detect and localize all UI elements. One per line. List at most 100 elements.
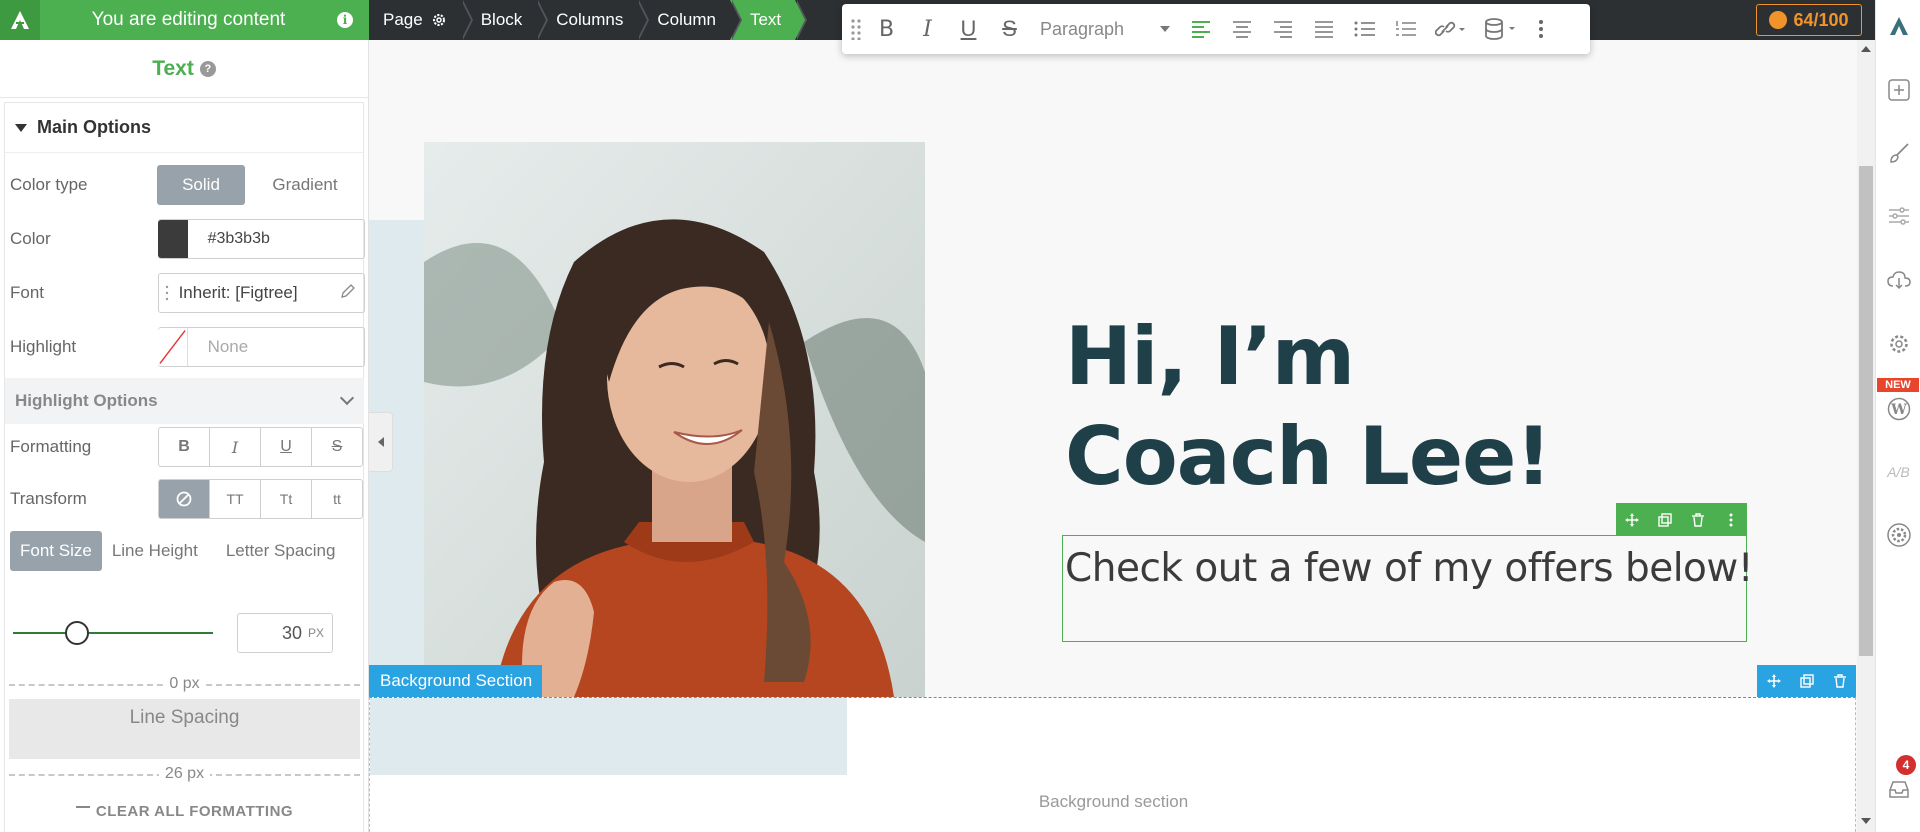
align-left-icon[interactable] bbox=[1180, 4, 1221, 54]
bold-icon[interactable]: B bbox=[866, 4, 907, 54]
highlight-options-toggle[interactable]: Highlight Options bbox=[5, 378, 364, 424]
underline-icon[interactable]: U bbox=[948, 4, 989, 54]
clear-format-icon bbox=[75, 806, 90, 818]
align-right-icon[interactable] bbox=[1262, 4, 1303, 54]
highlight-field[interactable]: None bbox=[157, 327, 365, 367]
font-size-value[interactable]: 30 bbox=[282, 623, 302, 644]
chevron-down-icon bbox=[1160, 26, 1170, 32]
spacing-bottom-label[interactable]: 26 px bbox=[5, 765, 364, 783]
cloud-download-icon[interactable] bbox=[1876, 260, 1920, 300]
canvas-scrollbar[interactable] bbox=[1857, 40, 1875, 832]
main-options-toggle[interactable]: Main Options bbox=[5, 103, 363, 153]
delete-icon[interactable] bbox=[1823, 665, 1856, 697]
slider-track[interactable] bbox=[13, 632, 213, 634]
font-size-slider[interactable] bbox=[13, 621, 213, 645]
formatting-row: Formatting B I U S bbox=[10, 427, 365, 467]
duplicate-icon[interactable] bbox=[1790, 665, 1823, 697]
element-toolbar bbox=[1616, 503, 1747, 536]
help-icon[interactable]: ? bbox=[199, 60, 216, 77]
bullet-list-icon[interactable] bbox=[1344, 4, 1385, 54]
scroll-down-icon[interactable] bbox=[1861, 818, 1871, 824]
highlight-value[interactable]: None bbox=[208, 337, 249, 357]
link-icon[interactable] bbox=[1426, 4, 1476, 54]
background-section-toolbar bbox=[1757, 665, 1856, 697]
no-color-icon[interactable] bbox=[157, 328, 188, 366]
strikethrough-icon[interactable]: S bbox=[989, 4, 1030, 54]
page-canvas: Hi, I’m Coach Lee! Check out a few of my… bbox=[369, 40, 1857, 832]
slider-handle[interactable] bbox=[65, 621, 89, 645]
panel-title: Text bbox=[152, 56, 194, 80]
tab-letter-spacing[interactable]: Letter Spacing bbox=[216, 531, 346, 571]
main-options-title: Main Options bbox=[37, 117, 151, 137]
score-badge[interactable]: 64/100 bbox=[1756, 4, 1862, 36]
pencil-icon[interactable] bbox=[340, 283, 356, 304]
numbered-list-icon[interactable] bbox=[1385, 4, 1426, 54]
database-icon[interactable] bbox=[1476, 4, 1526, 54]
coach-photo[interactable] bbox=[424, 142, 925, 697]
breadcrumb-columns[interactable]: Columns bbox=[536, 0, 650, 40]
scroll-up-icon[interactable] bbox=[1861, 46, 1871, 52]
add-icon[interactable] bbox=[1876, 70, 1920, 110]
italic-icon[interactable]: I bbox=[907, 4, 948, 54]
breadcrumb-page[interactable]: Page bbox=[369, 0, 473, 40]
color-type-gradient[interactable]: Gradient bbox=[245, 165, 365, 205]
font-field[interactable]: Inherit: [Figtree] bbox=[157, 273, 365, 313]
spacing-bottom-value[interactable]: 26 px bbox=[158, 765, 211, 782]
text-content[interactable]: Check out a few of my offers below! bbox=[1065, 546, 1753, 591]
font-label: Font bbox=[10, 283, 45, 302]
format-bold-button[interactable]: B bbox=[159, 428, 210, 466]
duplicate-icon[interactable] bbox=[1649, 503, 1682, 536]
inbox-icon[interactable] bbox=[1876, 769, 1920, 809]
breadcrumb-column[interactable]: Column bbox=[637, 0, 742, 40]
color-field[interactable]: #3b3b3b bbox=[157, 219, 365, 259]
more-icon[interactable] bbox=[1526, 4, 1556, 54]
ab-test-icon[interactable]: A/B bbox=[1876, 452, 1920, 492]
wordpress-icon[interactable]: W bbox=[1876, 389, 1920, 429]
clear-formatting-button[interactable]: CLEAR ALL FORMATTING bbox=[5, 803, 364, 820]
selected-text-element[interactable]: Check out a few of my offers below! bbox=[1062, 535, 1753, 642]
block-format-select[interactable]: Paragraph bbox=[1030, 4, 1180, 54]
transform-uppercase-button[interactable]: TT bbox=[210, 480, 261, 518]
formatting-group: B I U S bbox=[158, 427, 363, 467]
background-section[interactable]: Background section bbox=[369, 697, 1856, 832]
move-icon[interactable] bbox=[1616, 503, 1649, 536]
color-type-solid[interactable]: Solid bbox=[157, 165, 245, 205]
align-center-icon[interactable] bbox=[1221, 4, 1262, 54]
spacing-top-label[interactable]: 0 px bbox=[5, 675, 364, 693]
more-icon[interactable] bbox=[1714, 503, 1747, 536]
spacing-top-value[interactable]: 0 px bbox=[163, 675, 206, 692]
text-format-toolbar: B I U S Paragraph bbox=[842, 4, 1590, 54]
transform-capitalize-button[interactable]: Tt bbox=[261, 480, 312, 518]
none-icon bbox=[176, 491, 192, 507]
align-justify-icon[interactable] bbox=[1303, 4, 1344, 54]
info-icon[interactable]: i bbox=[337, 12, 353, 28]
color-type-toggle: Solid Gradient bbox=[157, 165, 365, 205]
caret-left-icon bbox=[377, 437, 384, 447]
font-size-input[interactable]: 30 PX bbox=[237, 613, 333, 653]
transform-lowercase-button[interactable]: tt bbox=[312, 480, 362, 518]
thrive-logo-icon[interactable] bbox=[1876, 6, 1920, 46]
formatting-label: Formatting bbox=[10, 437, 92, 456]
move-icon[interactable] bbox=[1757, 665, 1790, 697]
tab-font-size[interactable]: Font Size bbox=[10, 531, 102, 571]
tab-line-height[interactable]: Line Height bbox=[102, 531, 208, 571]
settings-icon[interactable] bbox=[1876, 324, 1920, 364]
delete-icon[interactable] bbox=[1682, 503, 1715, 536]
collapse-panel-button[interactable] bbox=[369, 412, 393, 472]
color-value[interactable]: #3b3b3b bbox=[208, 230, 270, 248]
format-underline-button[interactable]: U bbox=[261, 428, 312, 466]
drag-handle-icon[interactable] bbox=[846, 4, 866, 54]
gear-icon[interactable] bbox=[431, 12, 447, 28]
format-italic-button[interactable]: I bbox=[210, 428, 261, 466]
settings-cog-icon[interactable] bbox=[1876, 515, 1920, 555]
hero-heading[interactable]: Hi, I’m Coach Lee! bbox=[1065, 307, 1625, 507]
background-section-label[interactable]: Background Section bbox=[369, 665, 542, 697]
sliders-icon[interactable] bbox=[1876, 196, 1920, 236]
scroll-thumb[interactable] bbox=[1859, 166, 1873, 656]
brush-icon[interactable] bbox=[1876, 133, 1920, 173]
font-size-unit[interactable]: PX bbox=[308, 626, 324, 640]
color-swatch[interactable] bbox=[157, 220, 188, 258]
transform-none-button[interactable] bbox=[159, 480, 210, 518]
format-strike-button[interactable]: S bbox=[312, 428, 362, 466]
thrive-logo-icon[interactable] bbox=[0, 0, 40, 40]
